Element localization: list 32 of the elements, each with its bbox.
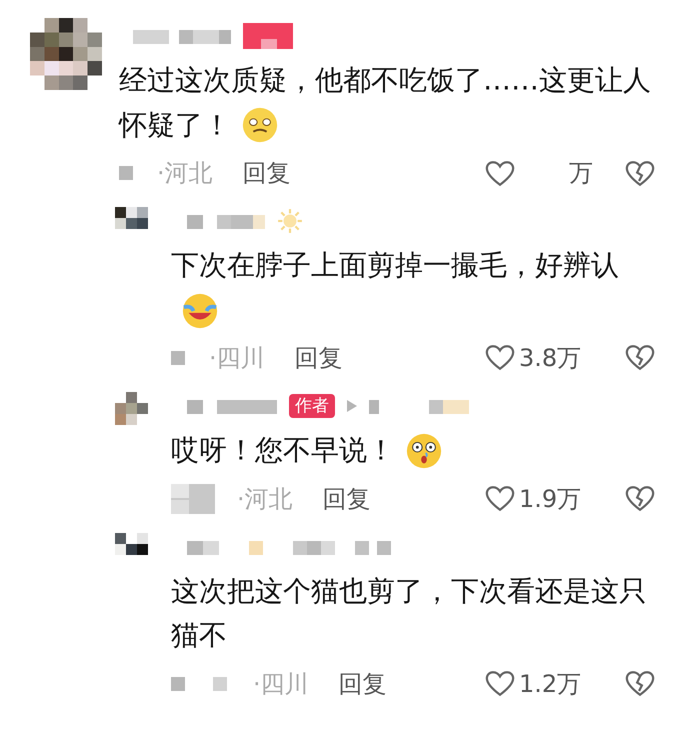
reply-link[interactable]: 回复 (242, 157, 291, 190)
redacted-date (171, 350, 187, 366)
sun-icon (277, 208, 303, 234)
broken-heart-icon[interactable] (625, 485, 655, 512)
author-badge: 作者 (289, 394, 335, 418)
like-count: 1.9万 (519, 484, 582, 514)
broken-heart-icon[interactable] (625, 344, 655, 372)
broken-heart-icon[interactable] (625, 670, 655, 698)
like-count: 1.2万 (519, 668, 582, 700)
location-text: ·河北 (237, 484, 293, 514)
comment-text: 下次在脖子上面剪掉一撮毛，好辨认 (171, 248, 619, 282)
location-text: ·河北 (157, 158, 213, 190)
like-count: 3.8万 (519, 342, 582, 374)
comment-text: 哎呀！您不早说！ (171, 434, 395, 466)
heart-icon[interactable] (485, 485, 515, 512)
redacted-date (119, 165, 135, 182)
like-count: 万 (569, 158, 593, 190)
heart-icon[interactable] (485, 160, 515, 187)
location-text: ·四川 (209, 342, 265, 374)
play-icon (347, 400, 357, 412)
broken-heart-icon[interactable] (625, 160, 655, 187)
pixelated-avatar[interactable] (30, 18, 102, 90)
location-text: ·四川 (253, 668, 309, 700)
heart-icon[interactable] (485, 344, 515, 372)
comment-text: 经过这次质疑，他都不吃饭了……这更让人怀疑了！ (119, 64, 651, 142)
reply-link[interactable]: 回复 (294, 342, 343, 374)
heart-icon[interactable] (485, 670, 515, 698)
reply-link[interactable]: 回复 (322, 482, 371, 514)
reply-link[interactable]: 回复 (338, 668, 387, 700)
redacted-badge (243, 23, 293, 49)
comment-text: 这次把这个猫也剪了，下次看还是这只猫不 (171, 574, 647, 652)
redacted-date (171, 484, 215, 514)
